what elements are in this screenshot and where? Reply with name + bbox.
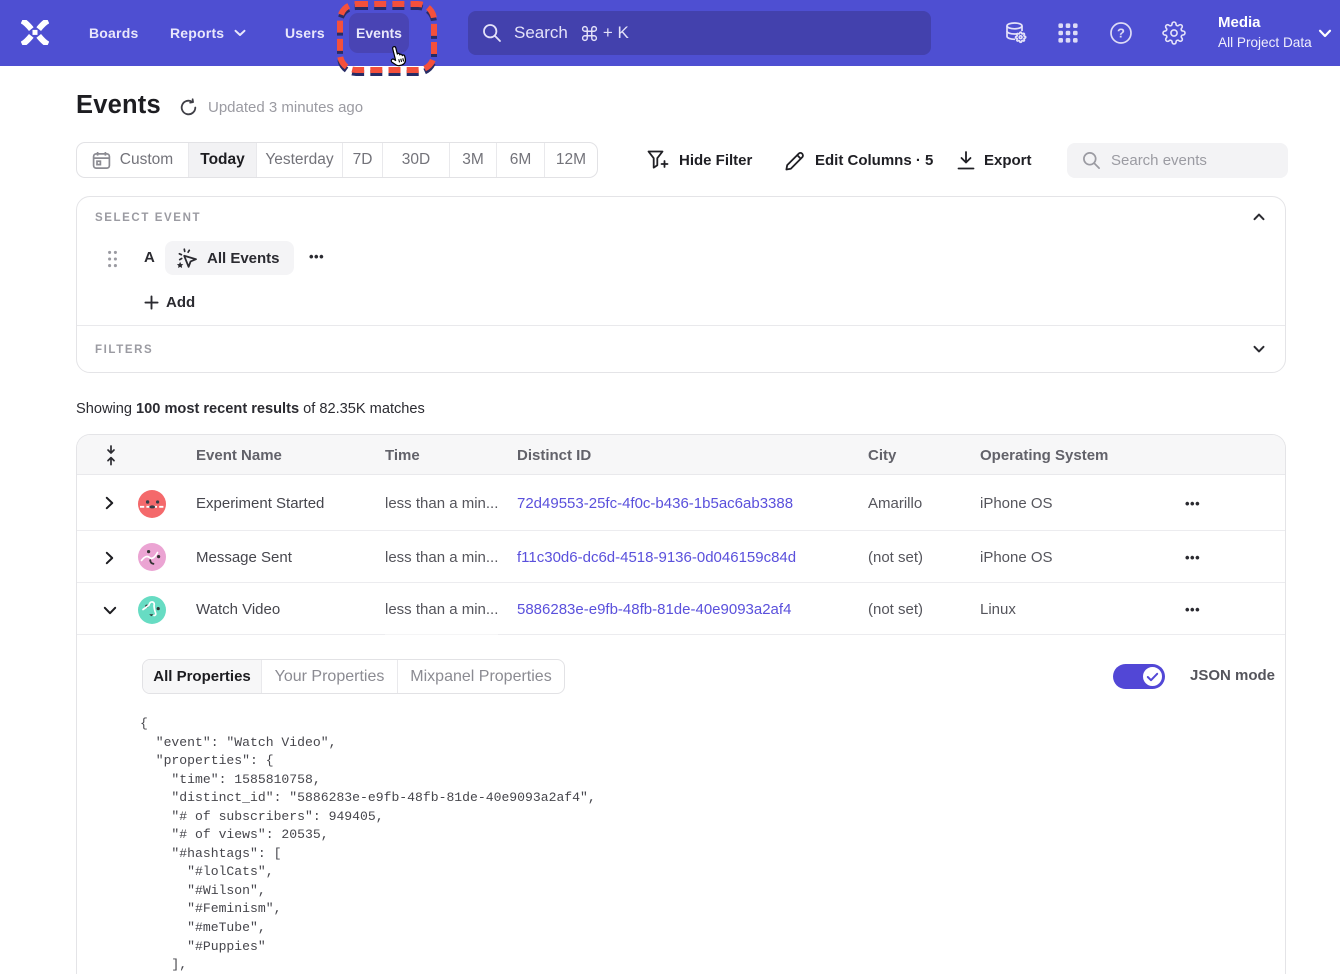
svg-text:?: ? — [1117, 26, 1125, 41]
